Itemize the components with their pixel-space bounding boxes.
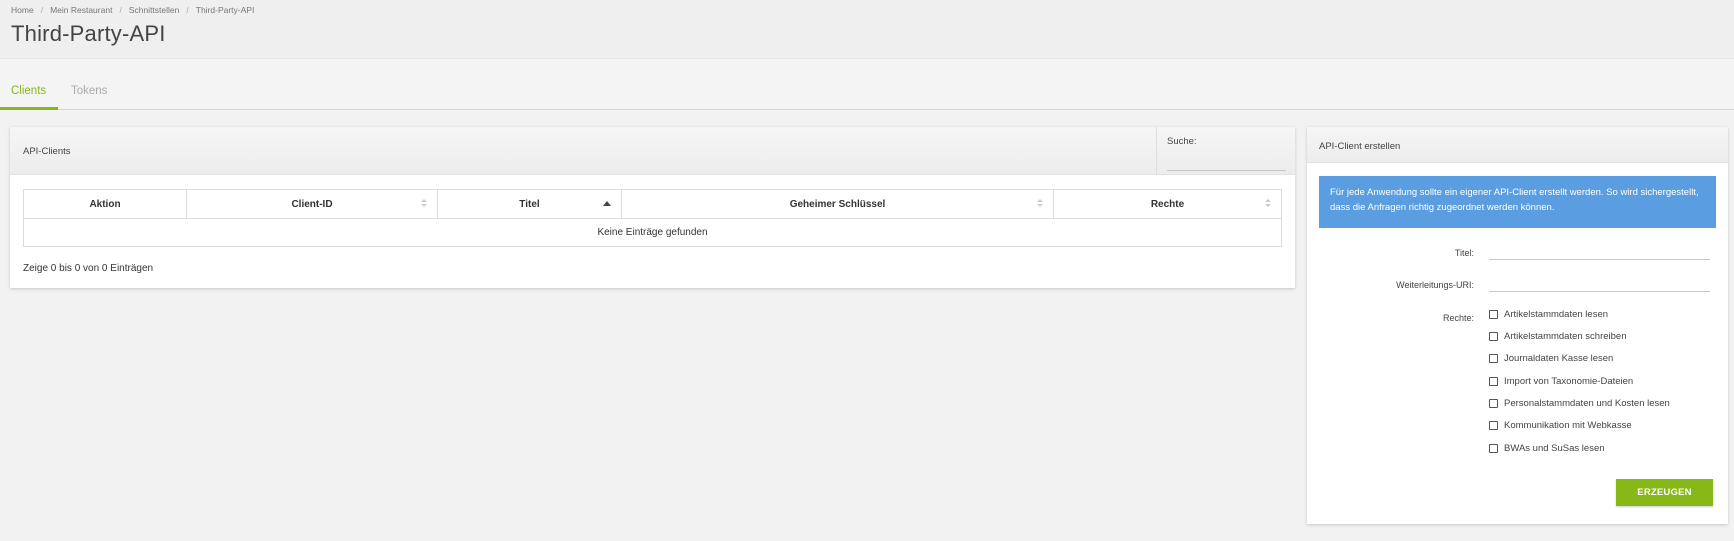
api-clients-panel: API-Clients Suche: Aktion Client-ID Tite… — [10, 127, 1295, 288]
create-client-panel: API-Client erstellen Für jede Anwendung … — [1307, 127, 1728, 524]
right-option-article-write[interactable]: Artikelstammdaten schreiben — [1489, 331, 1627, 342]
sort-icon — [421, 199, 427, 209]
breadcrumb-item-interfaces[interactable]: Schnittstellen — [129, 5, 180, 15]
checkbox[interactable] — [1489, 421, 1498, 430]
breadcrumb-item-current: Third-Party-API — [195, 5, 255, 15]
checkbox[interactable] — [1489, 444, 1498, 453]
right-option-journal-read[interactable]: Journaldaten Kasse lesen — [1489, 353, 1613, 364]
right-option-article-read[interactable]: Artikelstammdaten lesen — [1489, 309, 1608, 320]
sort-icon — [1037, 199, 1043, 209]
info-alert: Für jede Anwendung sollte ein eigener AP… — [1319, 176, 1716, 228]
right-option-taxonomy-import[interactable]: Import von Taxonomie-Dateien — [1489, 376, 1633, 387]
active-tab-indicator — [0, 107, 58, 110]
page-header: Home / Mein Restaurant / Schnittstellen … — [0, 0, 1734, 59]
table-header-row: Aktion Client-ID Titel Geheimer Schlüsse… — [23, 189, 1282, 219]
column-header-secret-key[interactable]: Geheimer Schlüssel — [621, 189, 1054, 219]
checkbox-label: Artikelstammdaten schreiben — [1504, 331, 1627, 342]
search-box: Suche: — [1156, 127, 1295, 175]
breadcrumb-separator: / — [40, 5, 44, 15]
panel-title: API-Clients — [23, 146, 71, 157]
checkbox[interactable] — [1489, 310, 1498, 319]
checkbox-label: Journaldaten Kasse lesen — [1504, 353, 1614, 364]
rights-label: Rechte: — [1442, 313, 1474, 323]
tab-tokens[interactable]: Tokens — [71, 85, 107, 97]
checkbox-label: Personalstammdaten und Kosten lesen — [1504, 398, 1670, 409]
table-info: Zeige 0 bis 0 von 0 Einträgen — [23, 263, 154, 274]
panel-header: API-Clients Suche: — [10, 127, 1295, 175]
search-label: Suche: — [1167, 136, 1197, 147]
title-input[interactable] — [1489, 240, 1710, 260]
checkbox-label: Artikelstammdaten lesen — [1504, 309, 1609, 320]
panel-header: API-Client erstellen — [1307, 127, 1728, 163]
panel-title: API-Client erstellen — [1319, 141, 1401, 152]
clients-table: Aktion Client-ID Titel Geheimer Schlüsse… — [23, 189, 1282, 247]
breadcrumb-separator: / — [119, 5, 122, 15]
sort-ascending-icon — [603, 201, 611, 206]
column-header-title[interactable]: Titel — [437, 189, 622, 219]
table-row: Keine Einträge gefunden — [23, 218, 1282, 247]
page-title: Third-Party-API — [11, 21, 166, 46]
sort-icon — [1265, 199, 1271, 209]
column-label: Aktion — [89, 198, 121, 210]
column-header-action[interactable]: Aktion — [23, 189, 187, 219]
column-label: Titel — [519, 198, 540, 210]
create-button[interactable]: ERZEUGEN — [1616, 479, 1713, 506]
checkbox[interactable] — [1489, 354, 1498, 363]
tab-clients[interactable]: Clients — [11, 85, 46, 97]
search-input[interactable] — [1167, 153, 1286, 171]
tab-bar: Clients Tokens — [0, 59, 1734, 110]
breadcrumb: Home / Mein Restaurant / Schnittstellen … — [11, 5, 254, 15]
breadcrumb-separator: / — [186, 5, 189, 15]
column-label: Rechte — [1150, 198, 1185, 210]
checkbox[interactable] — [1489, 377, 1498, 386]
checkbox[interactable] — [1489, 399, 1498, 408]
title-label: Titel: — [1454, 248, 1474, 258]
checkbox[interactable] — [1489, 332, 1498, 341]
breadcrumb-item-home[interactable]: Home — [11, 5, 34, 15]
column-header-rights[interactable]: Rechte — [1053, 189, 1282, 219]
right-option-staff-read[interactable]: Personalstammdaten und Kosten lesen — [1489, 398, 1670, 409]
checkbox-label: BWAs und SuSas lesen — [1504, 443, 1605, 454]
redirect-uri-label: Weiterleitungs-URI: — [1396, 280, 1474, 290]
empty-table-message: Keine Einträge gefunden — [23, 218, 1282, 247]
redirect-uri-input[interactable] — [1489, 272, 1710, 292]
right-option-bwa-read[interactable]: BWAs und SuSas lesen — [1489, 443, 1605, 454]
breadcrumb-item-restaurant[interactable]: Mein Restaurant — [50, 5, 112, 15]
right-option-webkasse[interactable]: Kommunikation mit Webkasse — [1489, 420, 1632, 431]
column-label: Client-ID — [291, 198, 333, 210]
column-label: Geheimer Schlüssel — [789, 198, 886, 210]
column-header-client-id[interactable]: Client-ID — [186, 189, 438, 219]
checkbox-label: Kommunikation mit Webkasse — [1504, 420, 1632, 431]
checkbox-label: Import von Taxonomie-Dateien — [1504, 376, 1634, 387]
